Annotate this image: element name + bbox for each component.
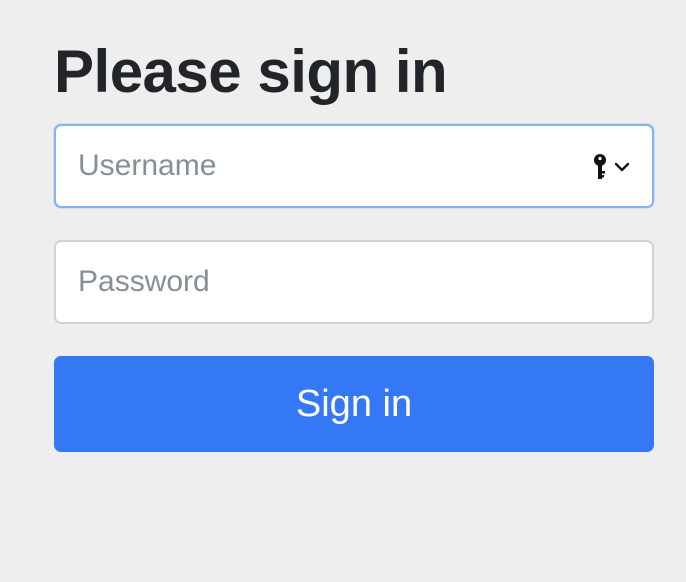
sign-in-form: Please sign in Sign in xyxy=(54,36,654,452)
password-input[interactable] xyxy=(56,242,652,322)
page-title: Please sign in xyxy=(54,38,448,105)
sign-in-button[interactable]: Sign in xyxy=(54,356,654,452)
key-icon xyxy=(592,153,608,181)
username-field-container xyxy=(54,124,654,208)
username-input[interactable] xyxy=(56,126,652,206)
chevron-down-icon xyxy=(614,161,630,173)
password-field-container xyxy=(54,240,654,324)
password-autofill-button[interactable] xyxy=(592,153,630,181)
